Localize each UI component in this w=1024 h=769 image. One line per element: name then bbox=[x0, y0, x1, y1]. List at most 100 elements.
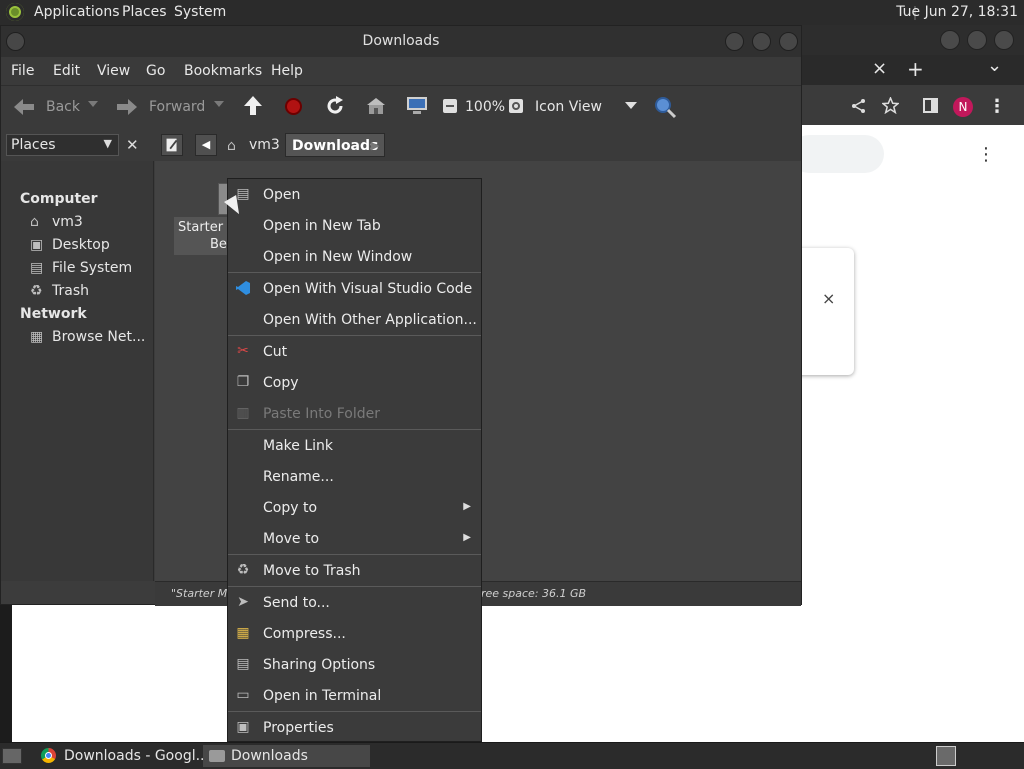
file-label-line2: Be bbox=[210, 237, 227, 252]
up-arrow-icon[interactable] bbox=[243, 95, 263, 117]
menu-item-open-new-window[interactable]: Open in New Window bbox=[228, 242, 481, 272]
chrome-maximize-button[interactable] bbox=[967, 30, 987, 50]
folder-icon bbox=[209, 750, 225, 762]
menu-item-copy-to[interactable]: Copy to ▶ bbox=[228, 493, 481, 523]
back-button[interactable]: Back bbox=[46, 99, 80, 115]
menu-file[interactable]: File bbox=[11, 63, 34, 79]
card-close-icon[interactable]: × bbox=[822, 289, 835, 308]
menu-item-label: Make Link bbox=[263, 438, 333, 454]
view-mode-select[interactable]: Icon View bbox=[535, 99, 602, 115]
tab-list-icon[interactable]: ⌄ bbox=[987, 55, 1002, 76]
mate-logo-icon[interactable] bbox=[6, 3, 24, 21]
search-pill[interactable] bbox=[790, 135, 884, 173]
computer-icon[interactable] bbox=[406, 96, 428, 116]
forward-button[interactable]: Forward bbox=[149, 99, 205, 115]
back-arrow-icon[interactable] bbox=[12, 97, 36, 117]
menu-item-rename[interactable]: Rename... bbox=[228, 462, 481, 492]
home-icon[interactable] bbox=[366, 97, 386, 115]
menu-separator bbox=[228, 272, 481, 273]
menu-item-sharing-options[interactable]: ▤ Sharing Options bbox=[228, 650, 481, 680]
sidebar-item-vm3[interactable]: vm3 bbox=[52, 214, 83, 230]
menu-item-open-new-tab[interactable]: Open in New Tab bbox=[228, 211, 481, 241]
back-history-chevron-icon[interactable] bbox=[88, 101, 98, 109]
view-mode-chevron-icon[interactable] bbox=[625, 102, 637, 110]
chrome-close-button[interactable] bbox=[994, 30, 1014, 50]
edit-location-icon[interactable] bbox=[161, 134, 183, 156]
breadcrumb-vm3[interactable]: vm3 bbox=[221, 134, 286, 156]
show-desktop-icon[interactable] bbox=[2, 748, 22, 764]
properties-icon: ▣ bbox=[236, 719, 250, 735]
menu-item-cut[interactable]: ✂ Cut bbox=[228, 337, 481, 367]
sidebar-item-browse-network[interactable]: Browse Net... bbox=[52, 329, 145, 345]
sidebar-item-file-system[interactable]: File System bbox=[52, 260, 132, 276]
vscode-icon bbox=[236, 281, 250, 295]
file-item-label[interactable]: Starter M Be bbox=[174, 217, 230, 255]
zoom-out-icon[interactable] bbox=[442, 98, 458, 114]
page-kebab-icon[interactable]: ⋮ bbox=[977, 144, 995, 165]
taskbar-item-chrome[interactable]: Downloads - Googl... bbox=[36, 745, 209, 767]
menu-item-compress[interactable]: ▦ Compress... bbox=[228, 619, 481, 649]
side-pane-selector[interactable]: Places ▼ bbox=[6, 134, 119, 156]
clock[interactable]: Tue Jun 27, 18:31 bbox=[896, 4, 1018, 20]
workspace-switcher[interactable] bbox=[936, 746, 956, 766]
menu-item-label: Move to Trash bbox=[263, 563, 361, 579]
menu-edit[interactable]: Edit bbox=[53, 63, 80, 79]
taskbar-item-downloads[interactable]: Downloads bbox=[203, 745, 370, 767]
maximize-button[interactable] bbox=[752, 32, 771, 51]
menu-item-move-to[interactable]: Move to ▶ bbox=[228, 524, 481, 554]
menu-item-send-to[interactable]: ➤ Send to... bbox=[228, 588, 481, 618]
window-title: Downloads bbox=[362, 33, 440, 49]
system-menu[interactable]: System bbox=[174, 4, 226, 20]
forward-history-chevron-icon[interactable] bbox=[214, 101, 224, 109]
close-button[interactable] bbox=[779, 32, 798, 51]
stop-icon[interactable] bbox=[285, 98, 302, 115]
zoom-in-icon[interactable] bbox=[508, 98, 524, 114]
menu-item-label: Compress... bbox=[263, 626, 346, 642]
chrome-menu-icon[interactable]: ⋮ bbox=[988, 96, 1006, 117]
side-panel-icon[interactable] bbox=[923, 98, 938, 113]
menu-help[interactable]: Help bbox=[271, 63, 303, 79]
places-menu[interactable]: Places bbox=[122, 4, 167, 20]
menu-go[interactable]: Go bbox=[146, 63, 165, 79]
close-side-pane-icon[interactable]: ✕ bbox=[126, 136, 139, 154]
menu-item-move-to-trash[interactable]: ♻ Move to Trash bbox=[228, 556, 481, 586]
network-icon: ▦ bbox=[30, 329, 44, 345]
menu-item-label: Open bbox=[263, 187, 301, 203]
minimize-button[interactable] bbox=[725, 32, 744, 51]
menu-item-label: Move to bbox=[263, 531, 320, 547]
menu-item-properties[interactable]: ▣ Properties bbox=[228, 713, 481, 743]
share-icon[interactable] bbox=[851, 98, 867, 114]
menu-bookmarks[interactable]: Bookmarks bbox=[184, 63, 262, 79]
new-tab-icon[interactable]: + bbox=[907, 57, 924, 81]
window-titlebar[interactable]: Downloads bbox=[1, 26, 801, 57]
chrome-minimize-button[interactable] bbox=[940, 30, 960, 50]
menu-view[interactable]: View bbox=[97, 63, 130, 79]
home-folder-icon: ⌂ bbox=[30, 214, 39, 230]
menu-item-open-other-app[interactable]: Open With Other Application... bbox=[228, 305, 481, 335]
menu-item-open-terminal[interactable]: ▭ Open in Terminal bbox=[228, 681, 481, 711]
menu-item-make-link[interactable]: Make Link bbox=[228, 431, 481, 461]
path-scroll-right-icon[interactable]: ▶ bbox=[371, 139, 379, 152]
sidebar-item-desktop[interactable]: Desktop bbox=[52, 237, 110, 253]
sidebar-item-trash[interactable]: Trash bbox=[52, 283, 89, 299]
menu-item-open-vscode[interactable]: Open With Visual Studio Code bbox=[228, 274, 481, 304]
taskbar-item-label: Downloads bbox=[231, 748, 308, 764]
bookmark-star-icon[interactable] bbox=[882, 97, 899, 114]
forward-arrow-icon[interactable] bbox=[115, 97, 139, 117]
search-icon[interactable] bbox=[653, 95, 677, 119]
menu-item-open[interactable]: ▤ Open bbox=[228, 180, 481, 210]
reload-icon[interactable] bbox=[325, 96, 345, 116]
terminal-icon: ▭ bbox=[236, 687, 250, 703]
profile-avatar[interactable]: N bbox=[953, 97, 973, 117]
menu-separator bbox=[228, 586, 481, 587]
menu-item-label: Open in New Window bbox=[263, 249, 413, 265]
path-scroll-left-icon[interactable]: ◀ bbox=[195, 134, 217, 156]
tab-close-icon[interactable]: × bbox=[872, 58, 887, 79]
toolbar: Back Forward 100% Icon View bbox=[1, 85, 801, 131]
menu-item-copy[interactable]: ❐ Copy bbox=[228, 368, 481, 398]
menu-item-label: Open With Visual Studio Code bbox=[263, 281, 473, 297]
archive-icon: ▦ bbox=[236, 625, 250, 641]
applications-menu[interactable]: Applications bbox=[34, 4, 120, 20]
menu-separator bbox=[228, 335, 481, 336]
taskbar: Downloads - Googl... Downloads bbox=[0, 742, 1024, 769]
